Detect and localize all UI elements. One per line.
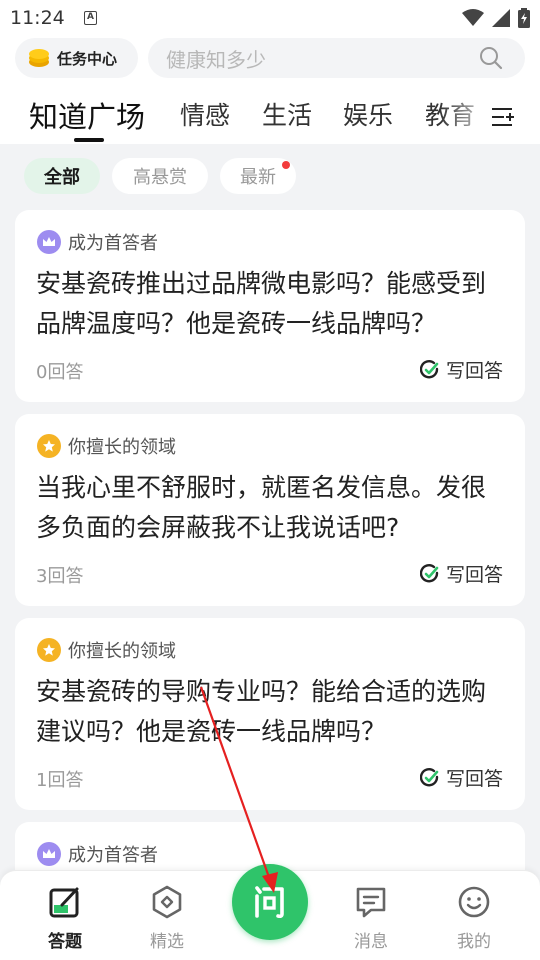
star-icon bbox=[37, 434, 61, 458]
message-icon bbox=[356, 887, 386, 918]
answer-icon bbox=[49, 887, 79, 918]
question-card[interactable]: 成为首答者 安基瓷砖推出过品牌微电影吗？能感受到品牌温度吗？他是瓷砖一线品牌吗？… bbox=[15, 210, 525, 402]
write-answer-label: 写回答 bbox=[445, 564, 503, 586]
filter-all-label: 全部 bbox=[44, 167, 80, 188]
wifi-icon bbox=[462, 9, 484, 26]
search-placeholder: 健康知多少 bbox=[166, 47, 266, 72]
nav-profile-label: 我的 bbox=[457, 932, 491, 952]
question-text[interactable]: 当我心里不舒服时，就匿名发信息。发很多负面的会屏蔽我不让我说话吧? bbox=[36, 468, 506, 548]
tab-square[interactable]: 知道广场 bbox=[29, 94, 145, 136]
nav-messages[interactable]: 消息 bbox=[336, 885, 406, 952]
card-tag-label: 成为首答者 bbox=[68, 845, 158, 866]
question-text[interactable]: 安基瓷砖的导购专业吗？能给合适的选购建议吗？他是瓷砖一线品牌吗？ bbox=[36, 672, 506, 752]
star-icon bbox=[37, 638, 61, 662]
write-icon bbox=[419, 767, 439, 786]
filter-high-reward[interactable]: 高悬赏 bbox=[112, 158, 208, 194]
featured-icon bbox=[152, 885, 182, 919]
question-card[interactable]: 你擅长的领域 安基瓷砖的导购专业吗？能给合适的选购建议吗？他是瓷砖一线品牌吗？ … bbox=[15, 618, 525, 810]
nav-messages-label: 消息 bbox=[354, 932, 388, 952]
ask-icon bbox=[255, 886, 284, 919]
status-icons bbox=[462, 8, 530, 28]
write-icon bbox=[419, 359, 439, 378]
filter-high-reward-label: 高悬赏 bbox=[133, 167, 187, 188]
search-input[interactable]: 健康知多少 bbox=[148, 38, 525, 78]
header: 任务中心 健康知多少 知道广场 情感 生活 娱乐 教育 bbox=[0, 36, 540, 144]
status-time: 11:24 bbox=[10, 7, 65, 29]
write-answer-button[interactable]: 写回答 bbox=[419, 560, 503, 587]
card-tag: 成为首答者 bbox=[37, 229, 158, 255]
filter-chips: 全部 高悬赏 最新 bbox=[0, 158, 540, 196]
filter-latest-label: 最新 bbox=[240, 167, 276, 188]
nav-featured-label: 精选 bbox=[150, 932, 184, 952]
more-categories-icon[interactable] bbox=[490, 104, 518, 132]
answer-count: 3回答 bbox=[36, 566, 84, 587]
crown-icon bbox=[37, 230, 61, 254]
category-tabs: 知道广场 情感 生活 娱乐 教育 bbox=[0, 94, 540, 142]
write-answer-label: 写回答 bbox=[445, 360, 503, 382]
status-bar: 11:24 A bbox=[0, 0, 540, 36]
answer-count: 1回答 bbox=[36, 770, 84, 791]
card-tag: 你擅长的领域 bbox=[37, 637, 176, 663]
card-tag-label: 你擅长的领域 bbox=[68, 641, 176, 662]
tab-entertainment[interactable]: 娱乐 bbox=[343, 96, 393, 132]
filter-latest[interactable]: 最新 bbox=[220, 158, 296, 194]
nav-profile[interactable]: 我的 bbox=[439, 885, 509, 952]
new-badge-dot bbox=[282, 161, 290, 169]
question-card[interactable]: 你擅长的领域 当我心里不舒服时，就匿名发信息。发很多负面的会屏蔽我不让我说话吧?… bbox=[15, 414, 525, 606]
card-tag-label: 你擅长的领域 bbox=[68, 437, 176, 458]
coin-stack-icon bbox=[29, 49, 49, 67]
tab-emotion[interactable]: 情感 bbox=[180, 96, 230, 132]
filter-all[interactable]: 全部 bbox=[24, 158, 100, 194]
write-answer-label: 写回答 bbox=[445, 768, 503, 790]
profile-icon bbox=[458, 886, 490, 918]
nav-featured[interactable]: 精选 bbox=[132, 885, 202, 952]
active-tab-indicator bbox=[74, 138, 104, 142]
signal-icon bbox=[492, 9, 510, 27]
card-tag: 成为首答者 bbox=[37, 841, 158, 867]
crown-icon bbox=[37, 842, 61, 866]
battery-icon bbox=[518, 8, 530, 28]
task-center-label: 任务中心 bbox=[57, 49, 118, 68]
tab-life[interactable]: 生活 bbox=[262, 96, 312, 132]
write-answer-button[interactable]: 写回答 bbox=[419, 764, 503, 791]
card-tag: 你擅长的领域 bbox=[37, 433, 176, 459]
write-icon bbox=[419, 563, 439, 582]
notification-icon: A bbox=[84, 11, 97, 25]
write-answer-button[interactable]: 写回答 bbox=[419, 356, 503, 383]
nav-answer-label: 答题 bbox=[48, 932, 82, 952]
search-icon[interactable] bbox=[479, 46, 503, 70]
nav-answer[interactable]: 答题 bbox=[30, 885, 100, 952]
task-center-button[interactable]: 任务中心 bbox=[15, 38, 138, 78]
question-text[interactable]: 安基瓷砖推出过品牌微电影吗？能感受到品牌温度吗？他是瓷砖一线品牌吗？ bbox=[36, 264, 506, 344]
answer-count: 0回答 bbox=[36, 362, 84, 383]
ask-question-button[interactable] bbox=[232, 864, 308, 940]
card-tag-label: 成为首答者 bbox=[68, 233, 158, 254]
